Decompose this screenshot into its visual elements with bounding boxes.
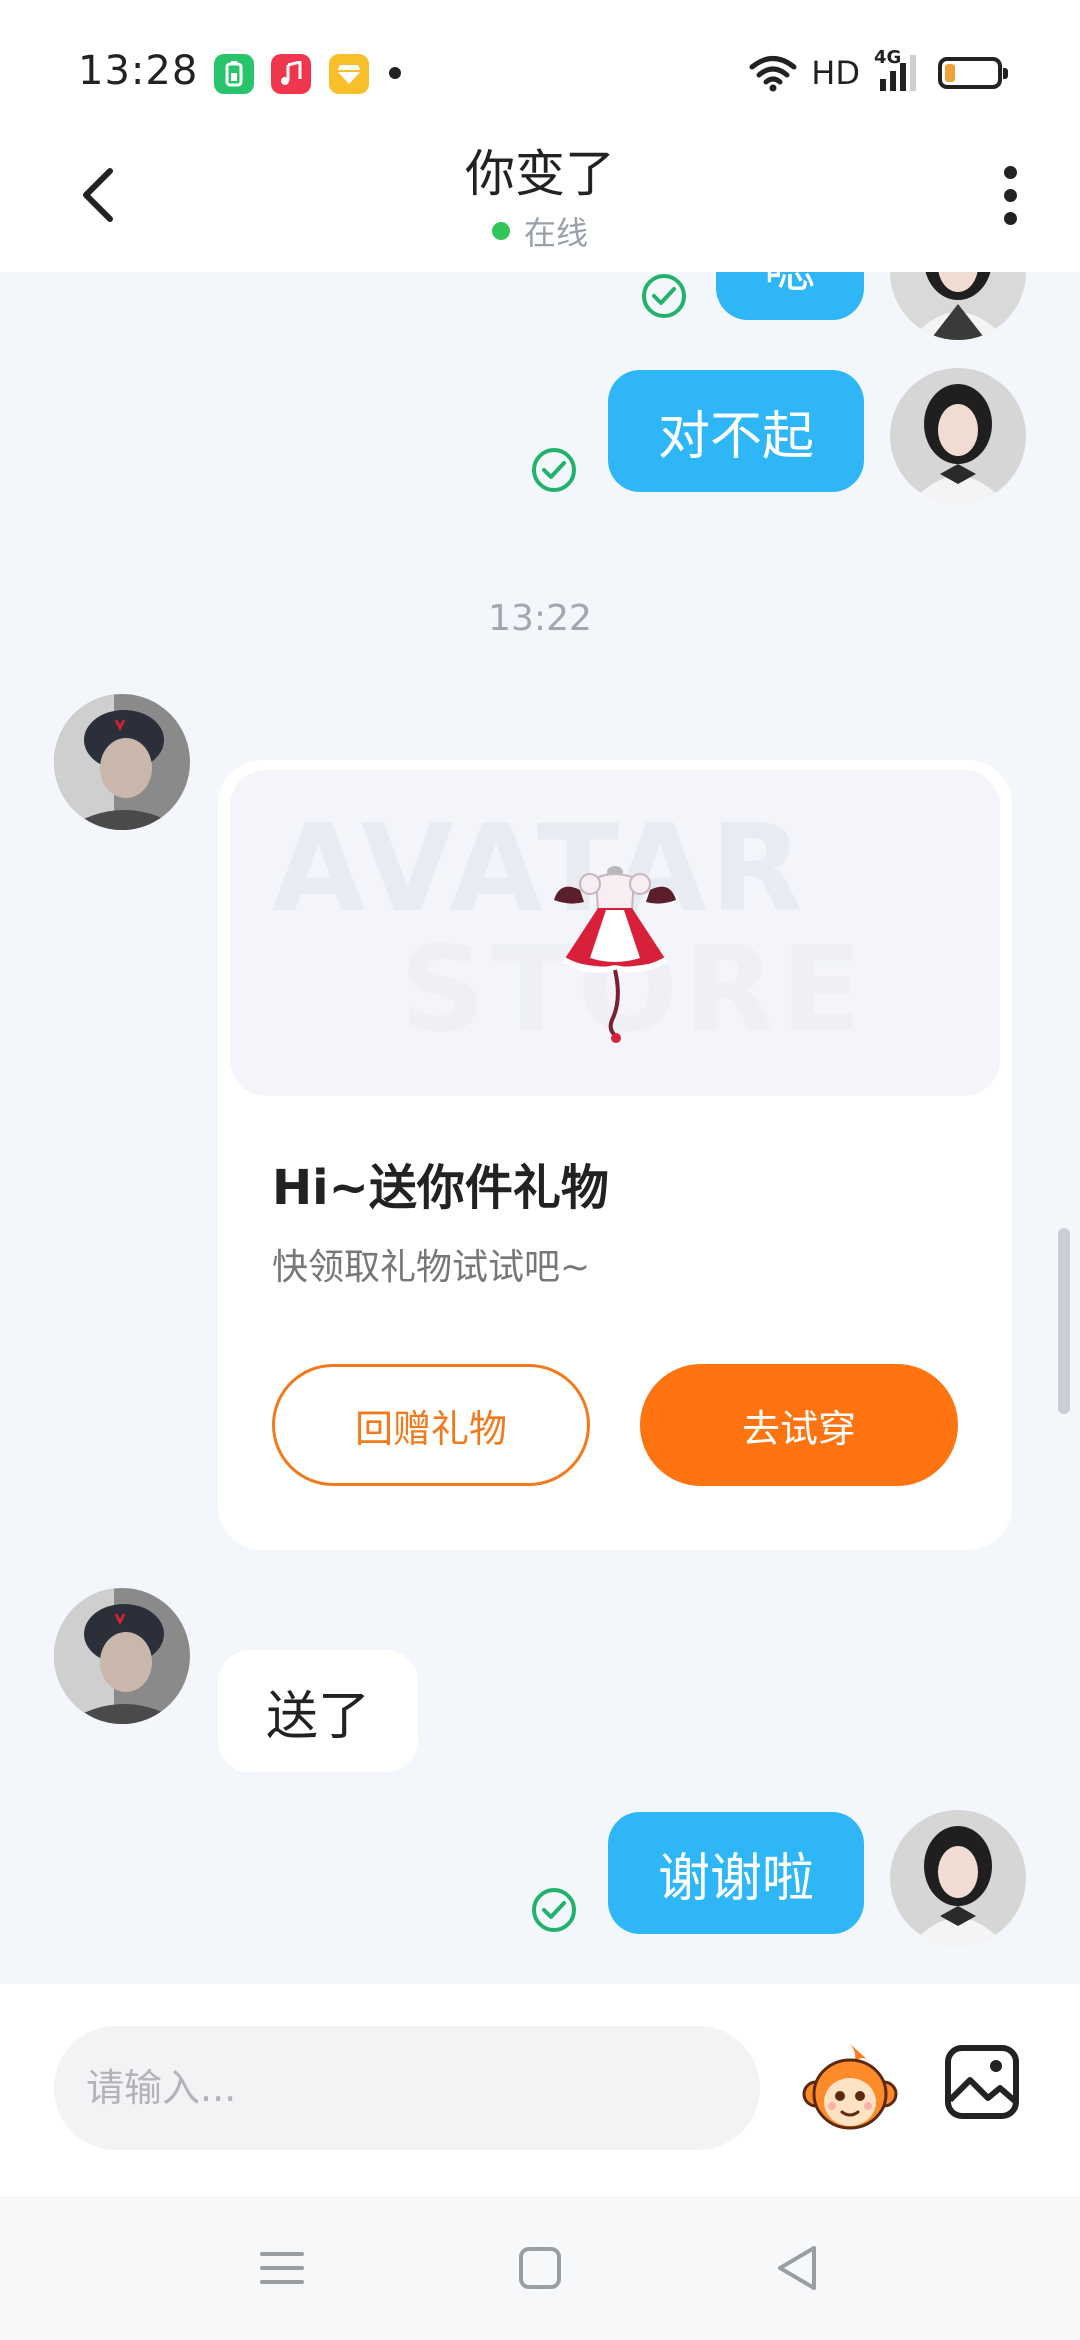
read-check-icon xyxy=(530,446,578,494)
gift-title: Hi~送你件礼物 xyxy=(272,1160,609,1216)
online-status-label: 在线 xyxy=(523,214,588,252)
message-timestamp: 13:22 xyxy=(488,598,592,639)
online-status: 在线 xyxy=(491,208,588,254)
wifi-icon xyxy=(749,56,797,92)
battery-icon xyxy=(938,57,1008,89)
message-bubble-other[interactable]: 送了 xyxy=(218,1650,418,1772)
status-time: 13:28 xyxy=(78,48,199,94)
more-options-button[interactable] xyxy=(990,160,1030,230)
status-bar: 13:28 HD 4G xyxy=(0,0,1080,130)
my-avatar[interactable] xyxy=(890,1810,1026,1946)
message-bubble-me[interactable]: 嗯 xyxy=(716,272,864,320)
read-check-icon xyxy=(640,272,688,320)
square-icon xyxy=(519,2247,561,2289)
online-dot xyxy=(491,222,510,240)
chat-title: 你变了 xyxy=(465,145,615,203)
emoji-button[interactable] xyxy=(800,2040,900,2140)
signal-icon: 4G xyxy=(874,47,924,93)
dress-image xyxy=(554,866,676,1043)
try-on-button[interactable]: 去试穿 xyxy=(640,1364,958,1486)
monkey-emoji-icon xyxy=(802,2044,898,2130)
read-check-icon xyxy=(530,1886,578,1934)
menu-icon xyxy=(260,2252,304,2284)
diamond-app-icon xyxy=(329,54,369,94)
chat-messages[interactable]: 嗯 对不起 13:22 AVATAR STORE xyxy=(0,272,1080,1984)
chat-header: 你变了 在线 xyxy=(0,130,1080,272)
chat-scrollbar[interactable] xyxy=(1058,1228,1070,1414)
notification-dot xyxy=(389,67,401,79)
status-indicators: HD 4G xyxy=(749,47,1008,96)
music-app-icon xyxy=(271,54,311,94)
system-nav-bar xyxy=(0,2196,1080,2340)
contact-avatar[interactable] xyxy=(54,1588,190,1724)
message-bubble-me[interactable]: 谢谢啦 xyxy=(608,1812,864,1934)
gift-image[interactable]: AVATAR STORE xyxy=(230,770,1000,1096)
my-avatar[interactable] xyxy=(890,272,1026,340)
gift-card[interactable]: AVATAR STORE Hi~送你件礼物 快领取礼物试试吧~ 回赠礼物 去试穿 xyxy=(218,760,1012,1550)
contact-avatar[interactable] xyxy=(54,694,190,830)
message-input-bar xyxy=(0,1984,1080,2196)
gift-subtitle: 快领取礼物试试吧~ xyxy=(272,1247,591,1288)
watermark-avatar: AVATAR xyxy=(272,800,807,939)
battery-app-icon xyxy=(214,54,254,94)
image-icon xyxy=(945,2045,1019,2119)
image-button[interactable] xyxy=(944,2044,1020,2120)
return-gift-button[interactable]: 回赠礼物 xyxy=(272,1364,590,1486)
message-input[interactable] xyxy=(54,2026,760,2150)
triangle-back-icon xyxy=(778,2246,816,2290)
home-button[interactable] xyxy=(510,2238,570,2298)
back-nav-button[interactable] xyxy=(766,2238,826,2298)
my-avatar[interactable] xyxy=(890,368,1026,504)
message-bubble-me[interactable]: 对不起 xyxy=(608,370,864,492)
hd-label: HD xyxy=(811,54,860,92)
recent-apps-button[interactable] xyxy=(252,2238,312,2298)
